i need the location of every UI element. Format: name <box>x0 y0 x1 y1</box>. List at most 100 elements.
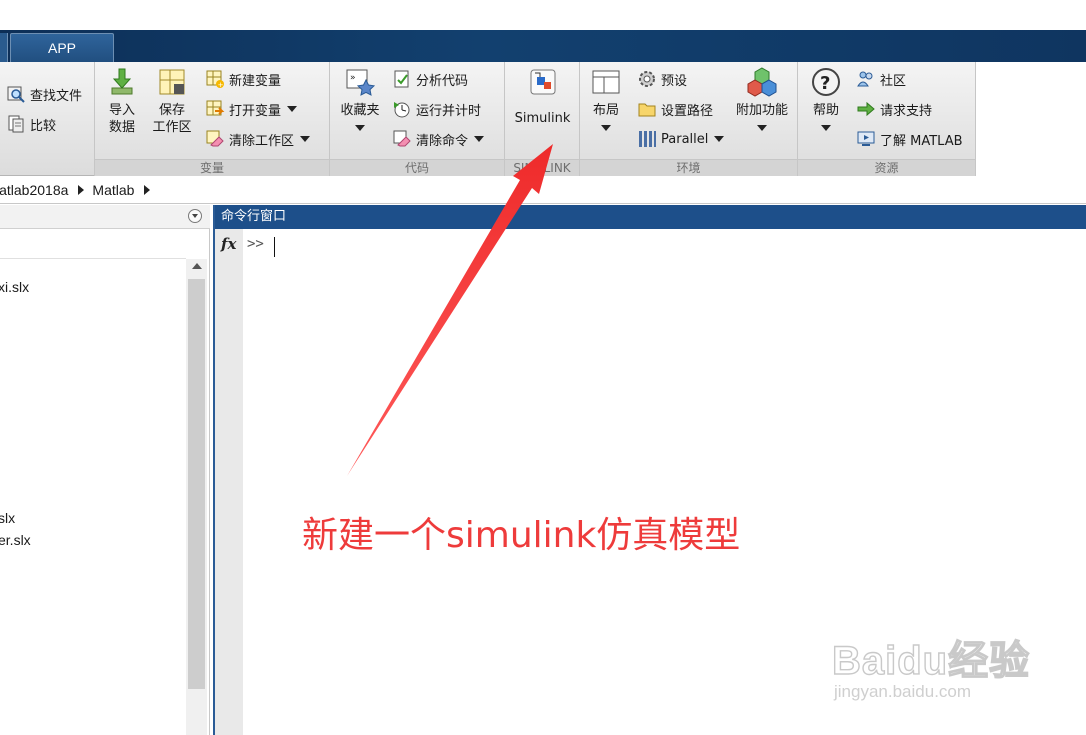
find-files-icon <box>7 86 25 103</box>
learn-matlab-icon <box>857 131 875 146</box>
new-variable-icon: + <box>206 70 224 89</box>
parallel-dropdown-icon[interactable] <box>714 136 725 142</box>
clear-workspace-button[interactable]: 清除工作区 <box>205 127 311 151</box>
help-button[interactable]: ? 帮助 <box>804 66 848 131</box>
ribbon-empty-area <box>976 62 1086 176</box>
clear-commands-button[interactable]: 清除命令 <box>392 127 485 151</box>
simulink-icon <box>530 69 555 95</box>
svg-text:»: » <box>350 73 356 83</box>
resources-group: ? 帮助 社区 请求支持 了解 MATLAB 资源 <box>798 62 976 176</box>
import-data-button[interactable]: 导入 数据 <box>103 66 141 136</box>
panel-menu-icon[interactable] <box>188 209 202 223</box>
compare-button[interactable]: 比较 <box>6 112 56 136</box>
help-label: 帮助 <box>812 103 839 118</box>
compare-icon <box>8 115 24 133</box>
variable-group-label: 变量 <box>95 159 329 176</box>
tab-app[interactable]: APP <box>10 33 114 62</box>
import-data-label-1: 导入 <box>108 103 135 118</box>
current-folder-header <box>0 205 210 229</box>
open-variable-label: 打开变量 <box>229 103 282 119</box>
run-and-time-icon <box>394 102 410 118</box>
clear-commands-dropdown-icon[interactable] <box>474 136 485 142</box>
layout-dropdown-icon[interactable] <box>601 125 611 131</box>
find-files-button[interactable]: 查找文件 <box>6 82 82 106</box>
resources-group-label: 资源 <box>798 159 975 176</box>
open-variable-button[interactable]: 打开变量 <box>205 97 298 121</box>
addons-dropdown-icon[interactable] <box>757 125 767 131</box>
parallel-icon <box>639 131 656 147</box>
code-group-label: 代码 <box>330 159 504 176</box>
top-strip <box>0 0 1086 30</box>
variable-group: 导入 数据 保存 工作区 + 新建变量 打开变量 清除工作区 变量 <box>95 62 330 176</box>
address-segment-matlab[interactable]: Matlab <box>92 182 134 198</box>
layout-icon <box>592 70 620 94</box>
layout-label: 布局 <box>592 103 619 118</box>
file-item[interactable]: xi.slx <box>0 279 29 295</box>
layout-button[interactable]: 布局 <box>588 66 624 131</box>
compare-label: 比较 <box>30 118 57 134</box>
find-files-label: 查找文件 <box>30 88 83 104</box>
run-and-time-label: 运行并计时 <box>416 103 482 119</box>
command-prompt: >> <box>247 236 264 252</box>
address-bar[interactable]: latlab2018a Matlab <box>0 177 1086 204</box>
chevron-right-icon[interactable] <box>78 185 85 195</box>
tab-bar: APP <box>0 30 1086 62</box>
analyze-code-icon <box>394 70 409 88</box>
clear-commands-icon <box>393 130 411 147</box>
address-segment-root[interactable]: latlab2018a <box>0 182 68 198</box>
save-workspace-label-1: 保存 <box>158 103 185 118</box>
parallel-label: Parallel <box>661 131 709 147</box>
community-label: 社区 <box>880 73 907 89</box>
current-folder-column-header <box>0 229 186 259</box>
parallel-button[interactable]: Parallel <box>637 127 725 151</box>
analyze-code-label: 分析代码 <box>416 73 469 89</box>
addons-label: 附加功能 <box>735 103 788 118</box>
request-support-button[interactable]: 请求支持 <box>856 97 932 121</box>
text-cursor <box>274 237 275 257</box>
scrollbar-thumb[interactable] <box>188 279 205 689</box>
clear-workspace-dropdown-icon[interactable] <box>300 136 311 142</box>
help-icon: ? <box>812 68 840 96</box>
help-dropdown-icon[interactable] <box>821 125 831 131</box>
preferences-button[interactable]: 预设 <box>637 67 687 91</box>
fx-icon[interactable]: fx <box>221 235 236 253</box>
new-variable-button[interactable]: + 新建变量 <box>205 67 281 91</box>
set-path-button[interactable]: 设置路径 <box>637 97 713 121</box>
folder-icon <box>638 103 656 117</box>
favorites-label: 收藏夹 <box>340 103 380 118</box>
community-icon <box>857 71 873 87</box>
simulink-button[interactable]: Simulink <box>507 66 578 127</box>
environment-group-label: 环境 <box>580 159 797 176</box>
learn-matlab-button[interactable]: 了解 MATLAB <box>856 127 963 151</box>
file-group: 查找文件 比较 <box>0 62 95 176</box>
tab-home-edge[interactable] <box>0 33 8 62</box>
import-data-label-2: 数据 <box>108 120 135 135</box>
favorites-button[interactable]: » 收藏夹 <box>338 66 382 131</box>
command-window[interactable]: 命令行窗口 fx >> <box>213 205 1086 735</box>
environment-group: 布局 预设 设置路径 Parallel 附加功能 环境 <box>580 62 798 176</box>
open-variable-dropdown-icon[interactable] <box>287 106 298 112</box>
set-path-label: 设置路径 <box>661 103 714 119</box>
save-workspace-button[interactable]: 保存 工作区 <box>149 66 195 136</box>
learn-matlab-label: 了解 MATLAB <box>880 133 963 149</box>
favorites-dropdown-icon[interactable] <box>355 125 365 131</box>
ribbon: 查找文件 比较 导入 数据 保存 工作区 + 新建变量 打开变量 清除工作区 变… <box>0 62 976 176</box>
file-item[interactable]: er.slx <box>0 532 31 548</box>
request-support-label: 请求支持 <box>880 103 933 119</box>
new-variable-label: 新建变量 <box>229 73 282 89</box>
gear-icon <box>639 71 655 87</box>
run-and-time-button[interactable]: 运行并计时 <box>392 97 481 121</box>
file-item[interactable]: slx <box>0 510 15 526</box>
simulink-group-label: SIMULINK <box>505 159 579 176</box>
chevron-right-icon[interactable] <box>144 185 151 195</box>
clear-workspace-label: 清除工作区 <box>229 133 295 149</box>
import-data-icon <box>111 68 133 95</box>
preferences-label: 预设 <box>661 73 688 89</box>
simulink-group: Simulink SIMULINK <box>505 62 580 176</box>
clear-commands-label: 清除命令 <box>416 133 469 149</box>
community-button[interactable]: 社区 <box>856 67 906 91</box>
scroll-up-icon[interactable] <box>192 263 202 269</box>
addons-button[interactable]: 附加功能 <box>732 66 792 131</box>
analyze-code-button[interactable]: 分析代码 <box>392 67 468 91</box>
code-group: » 收藏夹 分析代码 运行并计时 清除命令 代码 <box>330 62 505 176</box>
